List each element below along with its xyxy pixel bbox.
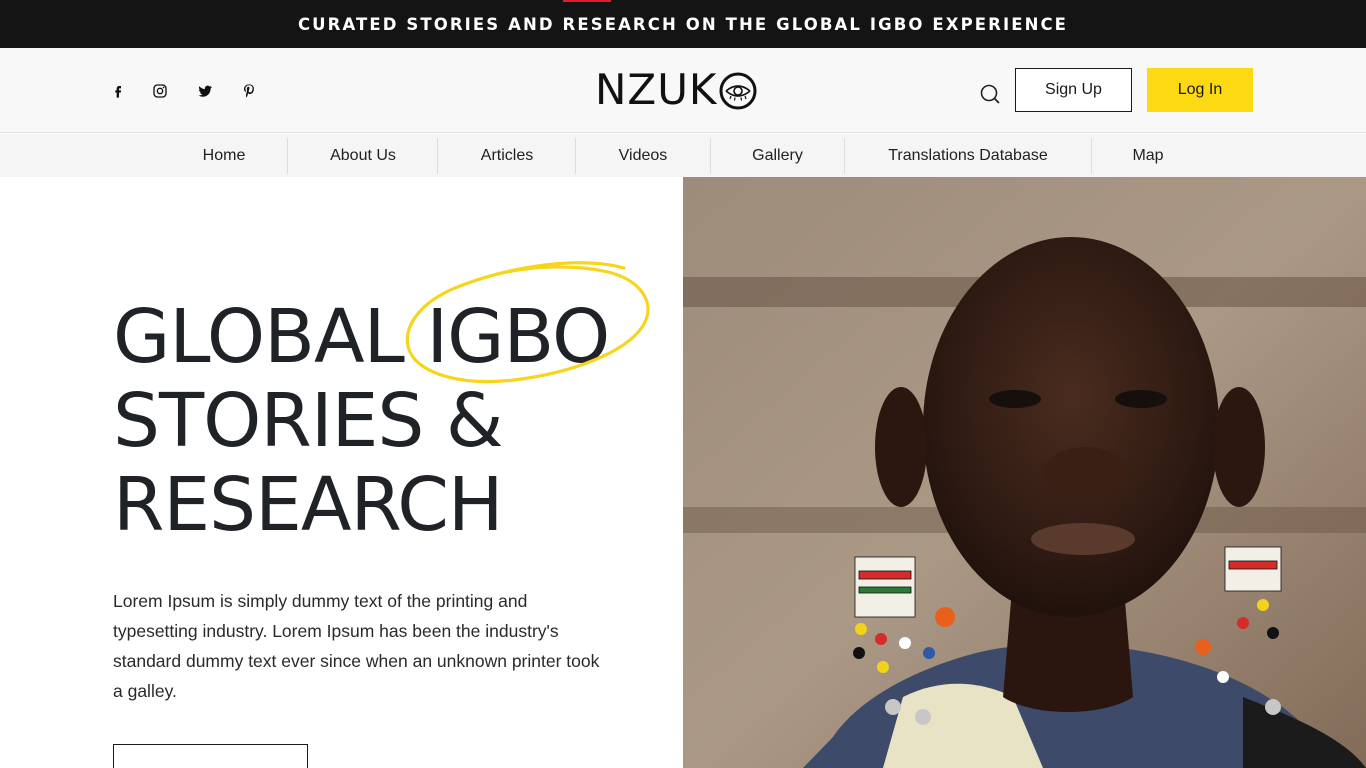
hero-cta-button[interactable] bbox=[113, 744, 308, 768]
pinterest-icon[interactable] bbox=[238, 80, 260, 102]
hero-photo bbox=[683, 177, 1366, 768]
highlight-circle-mark bbox=[405, 261, 650, 384]
facebook-icon[interactable] bbox=[107, 80, 129, 102]
site-header: NZUK Sign Up Log In bbox=[0, 48, 1366, 133]
logo-text: NZUK bbox=[595, 65, 718, 114]
nav-item-map[interactable]: Map bbox=[1110, 134, 1186, 177]
eye-o-logo-icon bbox=[719, 72, 757, 110]
nav-divider bbox=[437, 138, 438, 174]
site-logo[interactable]: NZUK bbox=[595, 65, 758, 115]
nav-item-translations-database[interactable]: Translations Database bbox=[862, 134, 1074, 177]
nav-item-videos[interactable]: Videos bbox=[596, 134, 690, 177]
hero-description: Lorem Ipsum is simply dummy text of the … bbox=[113, 591, 600, 701]
nav-divider bbox=[1091, 138, 1092, 174]
top-banner: CURATED STORIES AND RESEARCH ON THE GLOB… bbox=[0, 0, 1366, 48]
log-in-button[interactable]: Log In bbox=[1147, 68, 1253, 112]
hero-title-line: RESEARCH bbox=[113, 462, 504, 548]
nav-item-home[interactable]: Home bbox=[180, 134, 268, 177]
nav-divider bbox=[710, 138, 711, 174]
nav-item-articles[interactable]: Articles bbox=[457, 134, 557, 177]
nav-item-gallery[interactable]: Gallery bbox=[730, 134, 825, 177]
instagram-icon[interactable] bbox=[149, 80, 171, 102]
sign-up-button[interactable]: Sign Up bbox=[1015, 68, 1132, 112]
main-nav: Home About Us Articles Videos Gallery Tr… bbox=[0, 134, 1366, 177]
nav-divider bbox=[575, 138, 576, 174]
banner-text: CURATED STORIES AND RESEARCH ON THE GLOB… bbox=[297, 15, 1069, 34]
search-icon[interactable] bbox=[978, 82, 1002, 106]
nav-item-about-us[interactable]: About Us bbox=[303, 134, 423, 177]
nav-divider bbox=[287, 138, 288, 174]
nav-divider bbox=[844, 138, 845, 174]
twitter-icon[interactable] bbox=[194, 80, 216, 102]
